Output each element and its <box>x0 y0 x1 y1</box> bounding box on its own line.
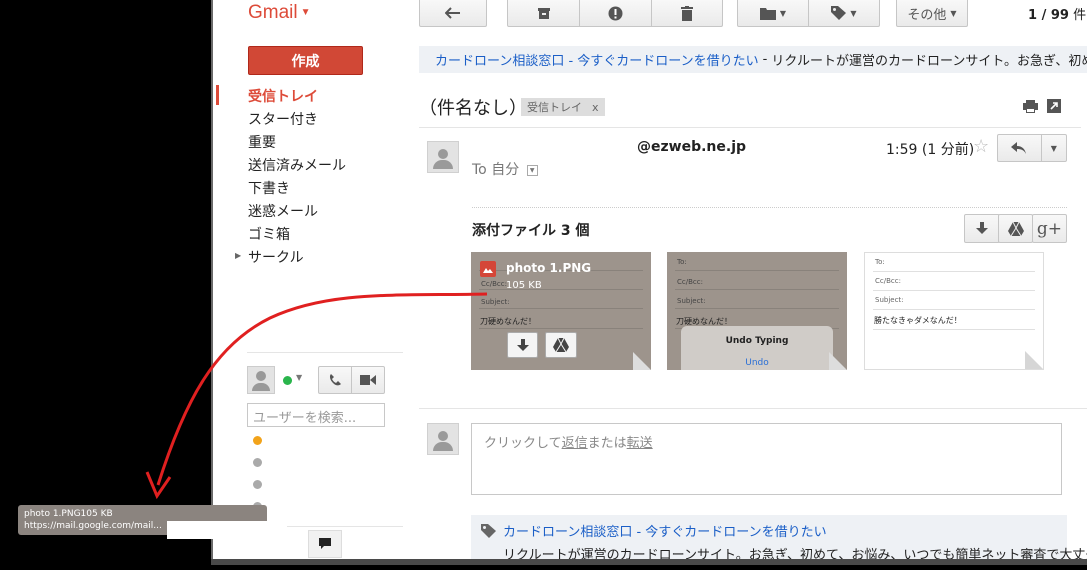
status-bar-tooltip: photo 1.PNG105 KB https://mail.google.co… <box>18 505 287 539</box>
tooltip-line-1: photo 1.PNG105 KB <box>24 509 113 519</box>
annotation-arrow <box>145 292 488 500</box>
tooltip-mask <box>167 521 287 539</box>
